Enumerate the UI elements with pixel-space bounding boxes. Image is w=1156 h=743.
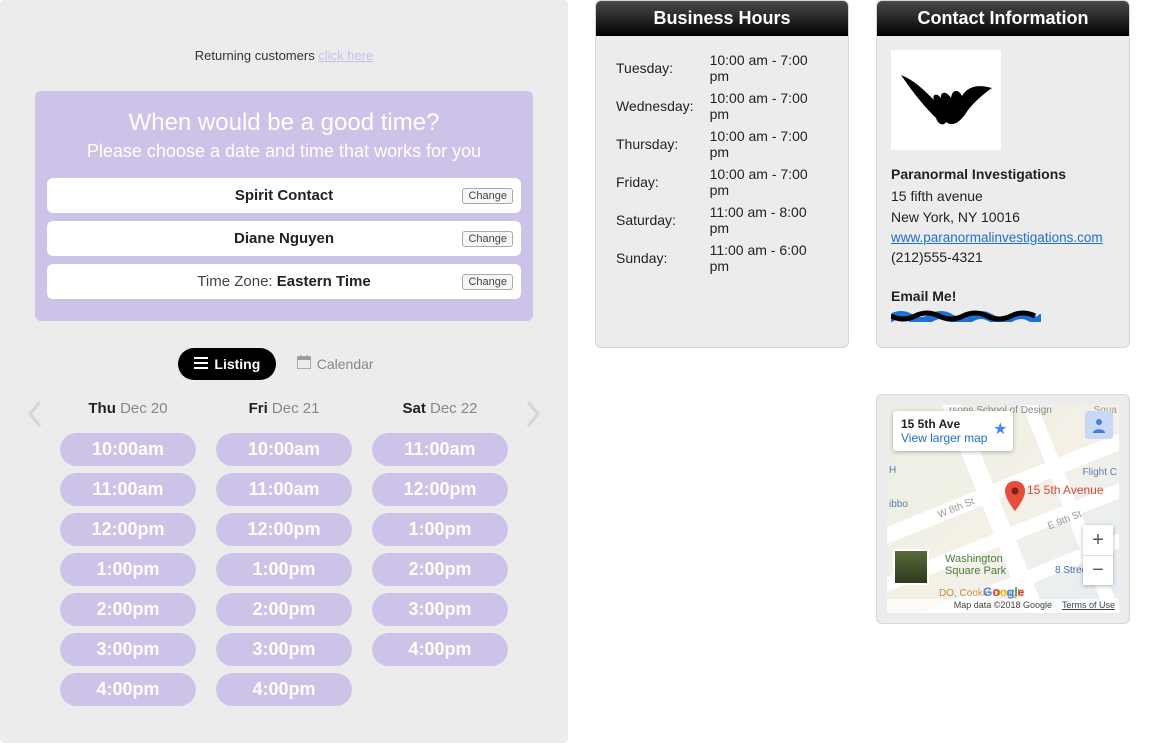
day-column-2: Sat Dec 22 11:00am 12:00pm 1:00pm 2:00pm… xyxy=(362,400,518,673)
hours-row: Tuesday:10:00 am - 7:00 pm xyxy=(616,50,828,86)
star-icon: ★ xyxy=(993,419,1007,439)
day-header: Thu Dec 20 xyxy=(50,400,206,417)
change-timezone-button[interactable]: Change xyxy=(462,274,513,290)
time-slot[interactable]: 4:00pm xyxy=(372,633,508,666)
map-terms-link[interactable]: Terms of Use xyxy=(1062,600,1115,612)
business-hours-card: Business Hours Tuesday:10:00 am - 7:00 p… xyxy=(595,0,849,348)
returning-customers: Returning customers click here xyxy=(0,0,568,91)
selected-provider-row: Diane Nguyen Change xyxy=(47,221,521,256)
time-slot[interactable]: 3:00pm xyxy=(216,633,352,666)
calendar-label: Calendar xyxy=(317,356,374,372)
google-logo: Google xyxy=(983,585,1024,599)
selected-timezone: Time Zone: Eastern Time xyxy=(57,273,511,290)
map-data-attrib: Map data ©2018 Google xyxy=(954,600,1052,612)
business-hours-body: Tuesday:10:00 am - 7:00 pm Wednesday:10:… xyxy=(596,36,848,294)
time-slot[interactable]: 12:00pm xyxy=(216,513,352,546)
right-column: Business Hours Tuesday:10:00 am - 7:00 p… xyxy=(595,0,1155,743)
change-service-button[interactable]: Change xyxy=(462,188,513,204)
business-logo xyxy=(891,50,1001,150)
calendar-icon xyxy=(297,355,311,372)
time-slot[interactable]: 1:00pm xyxy=(216,553,352,586)
view-larger-map-link[interactable]: View larger map xyxy=(901,431,987,445)
selected-service-row: Spirit Contact Change xyxy=(47,178,521,213)
returning-link[interactable]: click here xyxy=(318,48,373,63)
time-slot-grid: Thu Dec 20 10:00am 11:00am 12:00pm 1:00p… xyxy=(0,400,568,713)
change-provider-button[interactable]: Change xyxy=(462,231,513,247)
time-slot[interactable]: 1:00pm xyxy=(372,513,508,546)
hours-row: Thursday:10:00 am - 7:00 pm xyxy=(616,126,828,162)
time-slot[interactable]: 10:00am xyxy=(60,433,196,466)
map-card: rsons School of Design Squa Flight C ibb… xyxy=(876,394,1130,624)
email-label: Email Me! xyxy=(891,286,1115,306)
time-slot[interactable]: 4:00pm xyxy=(216,673,352,706)
contact-body: Paranormal Investigations 15 fifth avenu… xyxy=(877,36,1129,347)
hours-row: Friday:10:00 am - 7:00 pm xyxy=(616,164,828,200)
time-slot[interactable]: 2:00pm xyxy=(216,593,352,626)
map-label: ibbo xyxy=(889,499,908,510)
day-header: Sat Dec 22 xyxy=(362,400,518,417)
address-line-1: 15 fifth avenue xyxy=(891,186,1115,206)
time-slot[interactable]: 3:00pm xyxy=(372,593,508,626)
bat-icon xyxy=(896,70,996,130)
calendar-toggle[interactable]: Calendar xyxy=(281,347,390,380)
day-column-0: Thu Dec 20 10:00am 11:00am 12:00pm 1:00p… xyxy=(50,400,206,713)
booking-widget: Returning customers click here When woul… xyxy=(0,0,568,743)
contact-title: Contact Information xyxy=(877,1,1129,36)
hours-row: Wednesday:10:00 am - 7:00 pm xyxy=(616,88,828,124)
prompt-heading: When would be a good time? xyxy=(35,109,533,137)
time-slot[interactable]: 2:00pm xyxy=(372,553,508,586)
map-tooltip-address: 15 5th Ave xyxy=(901,417,987,431)
map-attribution: Map data ©2018 Google Terms of Use xyxy=(887,599,1119,613)
business-hours-title: Business Hours xyxy=(596,1,848,36)
hours-row: Saturday:11:00 am - 8:00 pm xyxy=(616,202,828,238)
list-icon xyxy=(194,356,208,372)
time-slot[interactable]: 11:00am xyxy=(216,473,352,506)
business-hours-table: Tuesday:10:00 am - 7:00 pm Wednesday:10:… xyxy=(614,48,830,278)
top-cards-row: Business Hours Tuesday:10:00 am - 7:00 p… xyxy=(595,0,1155,348)
map-park-label: Washington Square Park xyxy=(945,554,1006,577)
time-slot[interactable]: 12:00pm xyxy=(60,513,196,546)
map-label: Flight C xyxy=(1083,467,1117,478)
day-column-1: Fri Dec 21 10:00am 11:00am 12:00pm 1:00p… xyxy=(206,400,362,713)
selected-provider: Diane Nguyen xyxy=(57,230,511,247)
time-slot[interactable]: 1:00pm xyxy=(60,553,196,586)
next-days-button[interactable] xyxy=(518,400,548,428)
map-pin-label: 15 5th Avenue xyxy=(1027,483,1104,497)
map-satellite-thumb[interactable] xyxy=(893,549,929,585)
time-prompt-panel: When would be a good time? Please choose… xyxy=(35,91,533,321)
zoom-out-button[interactable]: − xyxy=(1083,555,1113,585)
time-slot[interactable]: 11:00am xyxy=(60,473,196,506)
prompt-sub: Please choose a date and time that works… xyxy=(35,141,533,162)
website-link[interactable]: www.paranormalinvestigations.com xyxy=(891,230,1103,245)
email-redacted xyxy=(891,310,1041,322)
listing-toggle[interactable]: Listing xyxy=(178,348,276,380)
address-line-2: New York, NY 10016 xyxy=(891,207,1115,227)
map-pin-icon xyxy=(1005,481,1025,516)
selected-service: Spirit Contact xyxy=(57,187,511,204)
map-canvas[interactable]: rsons School of Design Squa Flight C ibb… xyxy=(887,405,1119,613)
time-slot[interactable]: 3:00pm xyxy=(60,633,196,666)
prev-days-button[interactable] xyxy=(20,400,50,428)
day-header: Fri Dec 21 xyxy=(206,400,362,417)
view-toggle: Listing Calendar xyxy=(0,347,568,380)
timezone-value: Eastern Time xyxy=(277,273,371,290)
timezone-label: Time Zone: xyxy=(197,273,272,290)
business-name: Paranormal Investigations xyxy=(891,164,1115,184)
hours-row: Sunday:11:00 am - 6:00 pm xyxy=(616,240,828,276)
time-slot[interactable]: 10:00am xyxy=(216,433,352,466)
map-label: H xyxy=(889,465,896,476)
contact-card: Contact Information Paranormal Investiga… xyxy=(876,0,1130,348)
time-slot[interactable]: 12:00pm xyxy=(372,473,508,506)
returning-label: Returning customers xyxy=(195,48,315,63)
selected-timezone-row: Time Zone: Eastern Time Change xyxy=(47,264,521,299)
time-slot[interactable]: 4:00pm xyxy=(60,673,196,706)
time-slot[interactable]: 11:00am xyxy=(372,433,508,466)
zoom-in-button[interactable]: + xyxy=(1083,525,1113,555)
user-location-icon[interactable] xyxy=(1085,411,1113,439)
map-tooltip: 15 5th Ave View larger map ★ xyxy=(893,411,1013,451)
listing-label: Listing xyxy=(214,356,260,372)
phone-number: (212)555-4321 xyxy=(891,247,1115,267)
map-zoom-controls: + − xyxy=(1083,525,1113,585)
time-slot[interactable]: 2:00pm xyxy=(60,593,196,626)
